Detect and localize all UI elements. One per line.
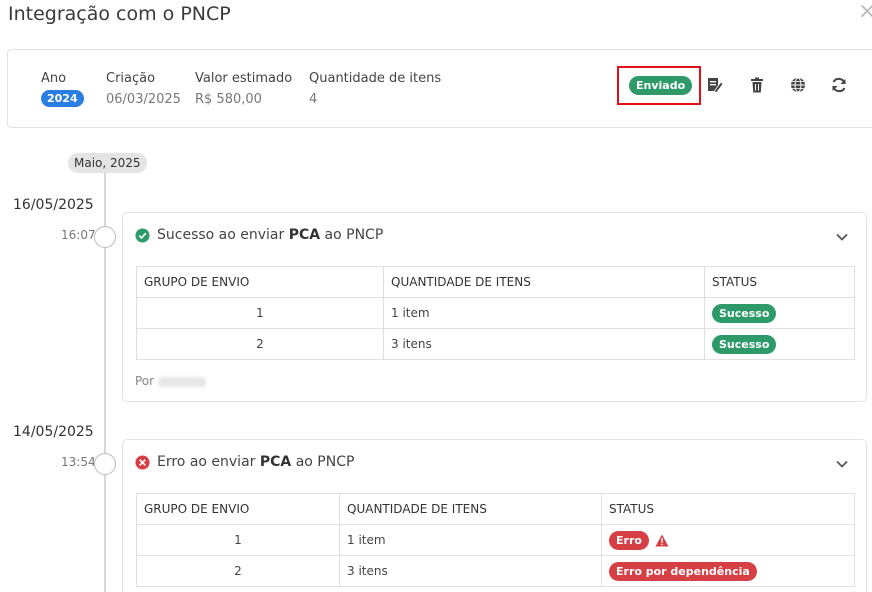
cell-quantidade: 1 item — [383, 297, 705, 329]
warning-icon[interactable] — [655, 534, 669, 547]
chevron-down-icon[interactable] — [835, 230, 849, 244]
criacao-value: 06/03/2025 — [106, 92, 181, 107]
modal-title: Integração com o PNCP — [8, 3, 231, 25]
cell-quantidade: 3 itens — [383, 328, 705, 360]
cell-status: Erro por dependência — [601, 555, 855, 587]
author-label: Por — [135, 374, 155, 388]
cell-grupo: 2 — [136, 555, 340, 587]
valor-value: R$ 580,00 — [195, 92, 262, 107]
valor-label: Valor estimado — [195, 71, 293, 86]
refresh-icon — [832, 77, 846, 93]
edit-button[interactable] — [706, 76, 724, 94]
col-header-grupo: GRUPO DE ENVIO — [136, 266, 384, 298]
cell-status: Erro — [601, 524, 855, 556]
col-header-quantidade: QUANTIDADE DE ITENS — [339, 493, 602, 525]
event-title-bold: PCA — [259, 454, 292, 470]
status-badge: Erro — [609, 530, 649, 550]
timeline-dot — [94, 453, 116, 475]
table-row: 1 1 item Erro — [136, 524, 855, 556]
event-title-suffix: ao PNCP — [320, 227, 384, 243]
close-button[interactable]: × — [858, 1, 872, 23]
event-date: 16/05/2025 — [13, 197, 94, 213]
event-date: 14/05/2025 — [13, 424, 94, 440]
delete-button[interactable] — [748, 76, 766, 94]
portal-button[interactable] — [789, 76, 807, 94]
refresh-button[interactable] — [830, 76, 848, 94]
status-badge: Enviado — [629, 76, 693, 95]
globe-icon — [791, 77, 805, 93]
status-badge: Erro por dependência — [609, 561, 757, 581]
field-quantidade: Quantidade de itens 4 — [309, 71, 441, 107]
month-chip: Maio, 2025 — [68, 153, 147, 173]
event-title-bold: PCA — [288, 227, 321, 243]
event-time: 16:07 — [61, 228, 96, 242]
table-row: 2 3 itens Sucesso — [136, 328, 855, 360]
send-groups-table: GRUPO DE ENVIO QUANTIDADE DE ITENS STATU… — [136, 266, 855, 360]
event-card-error: Erro ao enviar PCA ao PNCP GRUPO DE ENVI… — [122, 439, 867, 592]
cell-status: Sucesso — [704, 297, 855, 329]
year-badge: 2024 — [41, 90, 84, 107]
cell-grupo: 1 — [136, 297, 384, 329]
summary-card: Ano 2024 Criação 06/03/2025 Valor estima… — [7, 49, 872, 128]
author-name-redacted — [158, 376, 207, 387]
field-ano: Ano 2024 — [41, 71, 84, 107]
cell-quantidade: 3 itens — [339, 555, 602, 587]
quantidade-label: Quantidade de itens — [309, 71, 442, 86]
status-badge: Sucesso — [712, 334, 777, 354]
col-header-status: STATUS — [601, 493, 855, 525]
col-header-status: STATUS — [704, 266, 855, 298]
cell-grupo: 1 — [136, 524, 340, 556]
cell-status: Sucesso — [704, 328, 855, 360]
event-title-prefix: Sucesso ao enviar — [157, 227, 289, 243]
cell-grupo: 2 — [136, 328, 384, 360]
criacao-label: Criação — [106, 71, 156, 86]
event-header: Sucesso ao enviar PCA ao PNCP — [135, 227, 383, 243]
field-criacao: Criação 06/03/2025 — [106, 71, 181, 107]
event-card-success: Sucesso ao enviar PCA ao PNCP GRUPO DE E… — [122, 212, 867, 402]
error-circle-icon — [135, 454, 150, 470]
event-time: 13:54 — [61, 455, 96, 469]
send-groups-table: GRUPO DE ENVIO QUANTIDADE DE ITENS STATU… — [136, 493, 855, 587]
quantidade-value: 4 — [309, 92, 318, 107]
event-title-prefix: Erro ao enviar — [157, 454, 260, 470]
event-header: Erro ao enviar PCA ao PNCP — [135, 454, 354, 470]
col-header-quantidade: QUANTIDADE DE ITENS — [383, 266, 705, 298]
status-highlight-box: Enviado — [617, 66, 701, 105]
table-row: 2 3 itens Erro por dependência — [136, 555, 855, 587]
timeline-dot — [94, 226, 116, 248]
field-valor: Valor estimado R$ 580,00 — [195, 71, 292, 107]
author-line: Por — [135, 374, 207, 388]
cell-quantidade: 1 item — [339, 524, 602, 556]
event-title-suffix: ao PNCP — [291, 454, 355, 470]
check-circle-icon — [135, 227, 150, 243]
trash-icon — [751, 77, 763, 93]
ano-label: Ano — [41, 71, 67, 86]
col-header-grupo: GRUPO DE ENVIO — [136, 493, 340, 525]
table-header-row: GRUPO DE ENVIO QUANTIDADE DE ITENS STATU… — [136, 493, 855, 525]
status-badge: Sucesso — [712, 303, 777, 323]
table-row: 1 1 item Sucesso — [136, 297, 855, 329]
chevron-down-icon[interactable] — [835, 457, 849, 471]
edit-document-icon — [708, 78, 724, 94]
table-header-row: GRUPO DE ENVIO QUANTIDADE DE ITENS STATU… — [136, 266, 855, 298]
